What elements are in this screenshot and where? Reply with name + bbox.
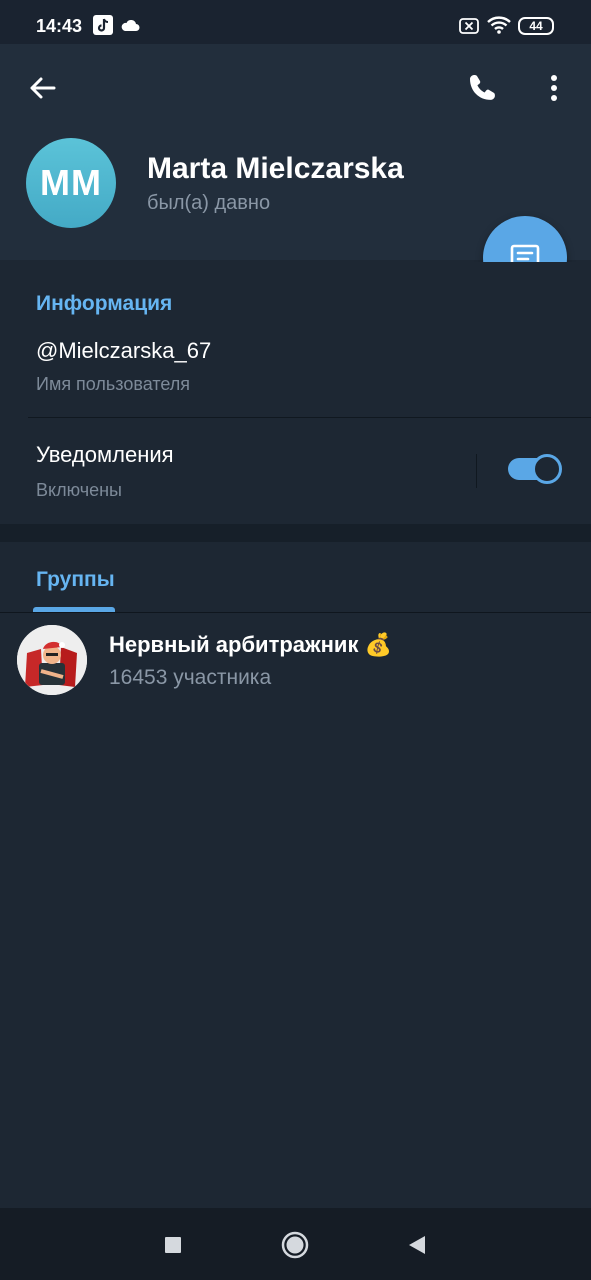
phone-icon[interactable] xyxy=(462,68,502,108)
username-label: Имя пользователя xyxy=(36,374,191,394)
section-gap xyxy=(0,524,591,542)
avatar-initials: MM xyxy=(40,162,102,203)
no-sim-icon xyxy=(459,18,479,34)
avatar[interactable]: MM xyxy=(26,138,116,228)
group-members-count: 16453 участника xyxy=(109,666,272,689)
system-nav-bar xyxy=(0,1208,591,1280)
info-section-title: Информация xyxy=(36,292,173,315)
info-section: Информация @Mielczarska_67 Имя пользоват… xyxy=(0,262,591,524)
contact-name: Marta Mielczarska xyxy=(147,152,404,185)
notifications-toggle[interactable] xyxy=(508,454,562,484)
back-triangle-icon[interactable] xyxy=(402,1230,432,1260)
username-value: @Mielczarska_67 xyxy=(36,338,212,363)
back-arrow-icon[interactable] xyxy=(22,68,62,108)
group-name: Нервный арбитражник 💰 xyxy=(109,632,392,657)
recents-square-icon[interactable] xyxy=(158,1230,188,1260)
group-avatar xyxy=(17,625,87,695)
username-row[interactable]: @Mielczarska_67 Имя пользователя xyxy=(0,326,591,416)
status-bar: 14:43 44 xyxy=(0,0,591,44)
tiktok-icon xyxy=(93,15,113,35)
status-time: 14:43 xyxy=(36,16,83,36)
tab-divider xyxy=(0,612,591,613)
battery-level: 44 xyxy=(529,19,543,33)
groups-section: Группы Нервный арбитражник 💰 16453 участ… xyxy=(0,542,591,1208)
cloud-icon xyxy=(121,19,140,31)
list-item[interactable]: Нервный арбитражник 💰 16453 участника xyxy=(0,620,591,706)
toggle-knob xyxy=(532,454,562,484)
tab-groups[interactable]: Группы xyxy=(36,568,115,592)
home-circle-icon[interactable] xyxy=(280,1230,310,1260)
more-options-icon[interactable] xyxy=(538,68,570,108)
group-avatar-image xyxy=(17,625,87,695)
notifications-row[interactable]: Уведомления Включены xyxy=(0,418,591,522)
notifications-state: Включены xyxy=(36,480,122,500)
battery-icon: 44 xyxy=(518,17,554,35)
wifi-icon xyxy=(487,16,511,34)
last-seen-status: был(а) давно xyxy=(147,192,271,214)
notifications-label: Уведомления xyxy=(36,442,174,467)
vertical-divider xyxy=(476,454,477,488)
